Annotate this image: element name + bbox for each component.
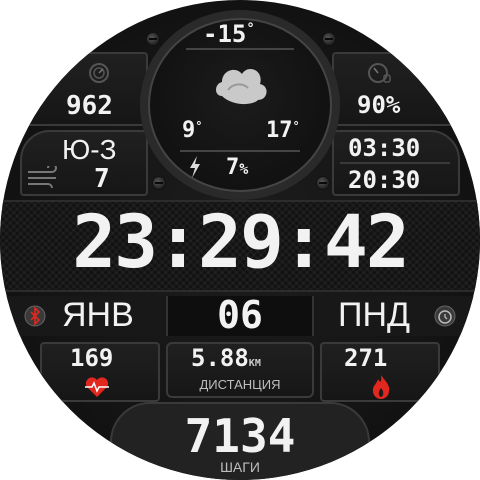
steps-count: 7134	[184, 409, 296, 463]
month: ЯНВ	[62, 296, 134, 334]
humidity-gauge-icon	[368, 63, 391, 83]
alarm-icon	[434, 305, 456, 327]
lightning-icon	[190, 156, 200, 178]
watch-face: 962 90% Ю-З 7 03:30 20:30 -15° 9° 17° 7%	[0, 0, 480, 480]
high-temp: 17°	[266, 120, 300, 142]
sunset-time: 20:30	[348, 166, 421, 194]
wind-direction: Ю-З	[62, 134, 117, 165]
calories-value: 271	[344, 344, 388, 372]
main-time: 23:29:42	[72, 200, 410, 285]
divider	[340, 162, 450, 164]
precipitation-value: 7	[226, 155, 240, 180]
screw	[316, 176, 330, 190]
high-temp-unit: °	[292, 119, 300, 133]
current-temp-unit: °	[246, 21, 255, 37]
steps-label: ШАГИ	[220, 459, 260, 475]
precipitation: 7%	[226, 157, 248, 179]
divider	[180, 150, 300, 152]
sunrise-time: 03:30	[348, 134, 421, 162]
distance-unit: KM	[248, 358, 261, 369]
low-temp-value: 9	[182, 118, 196, 143]
precipitation-unit: %	[239, 160, 249, 178]
divider	[0, 290, 480, 292]
screw	[152, 176, 166, 190]
high-temp-value: 17	[266, 118, 293, 143]
heart-rate-icon	[85, 377, 109, 397]
low-temp: 9°	[182, 120, 202, 142]
barometer-icon	[89, 63, 109, 83]
heart-rate-value: 169	[70, 344, 114, 372]
distance-value: 5.88KM	[191, 346, 261, 370]
weekday: ПНД	[338, 296, 411, 334]
day: 06	[217, 293, 263, 337]
screw	[322, 32, 336, 46]
flame-icon	[372, 375, 390, 399]
low-temp-unit: °	[195, 119, 203, 133]
current-temp-value: -15	[203, 20, 247, 48]
divider	[186, 48, 294, 50]
distance-label: ДИСТАНЦИЯ	[199, 377, 281, 392]
cloud-icon	[216, 69, 267, 105]
wind-icon	[28, 166, 57, 188]
wind-speed: 7	[94, 164, 110, 194]
pressure-value: 962	[66, 91, 113, 121]
humidity-value: 90%	[357, 91, 401, 119]
current-temp: -15°	[203, 22, 255, 46]
distance-number: 5.88	[191, 344, 249, 372]
screw	[146, 32, 160, 46]
bluetooth-icon	[24, 305, 46, 327]
